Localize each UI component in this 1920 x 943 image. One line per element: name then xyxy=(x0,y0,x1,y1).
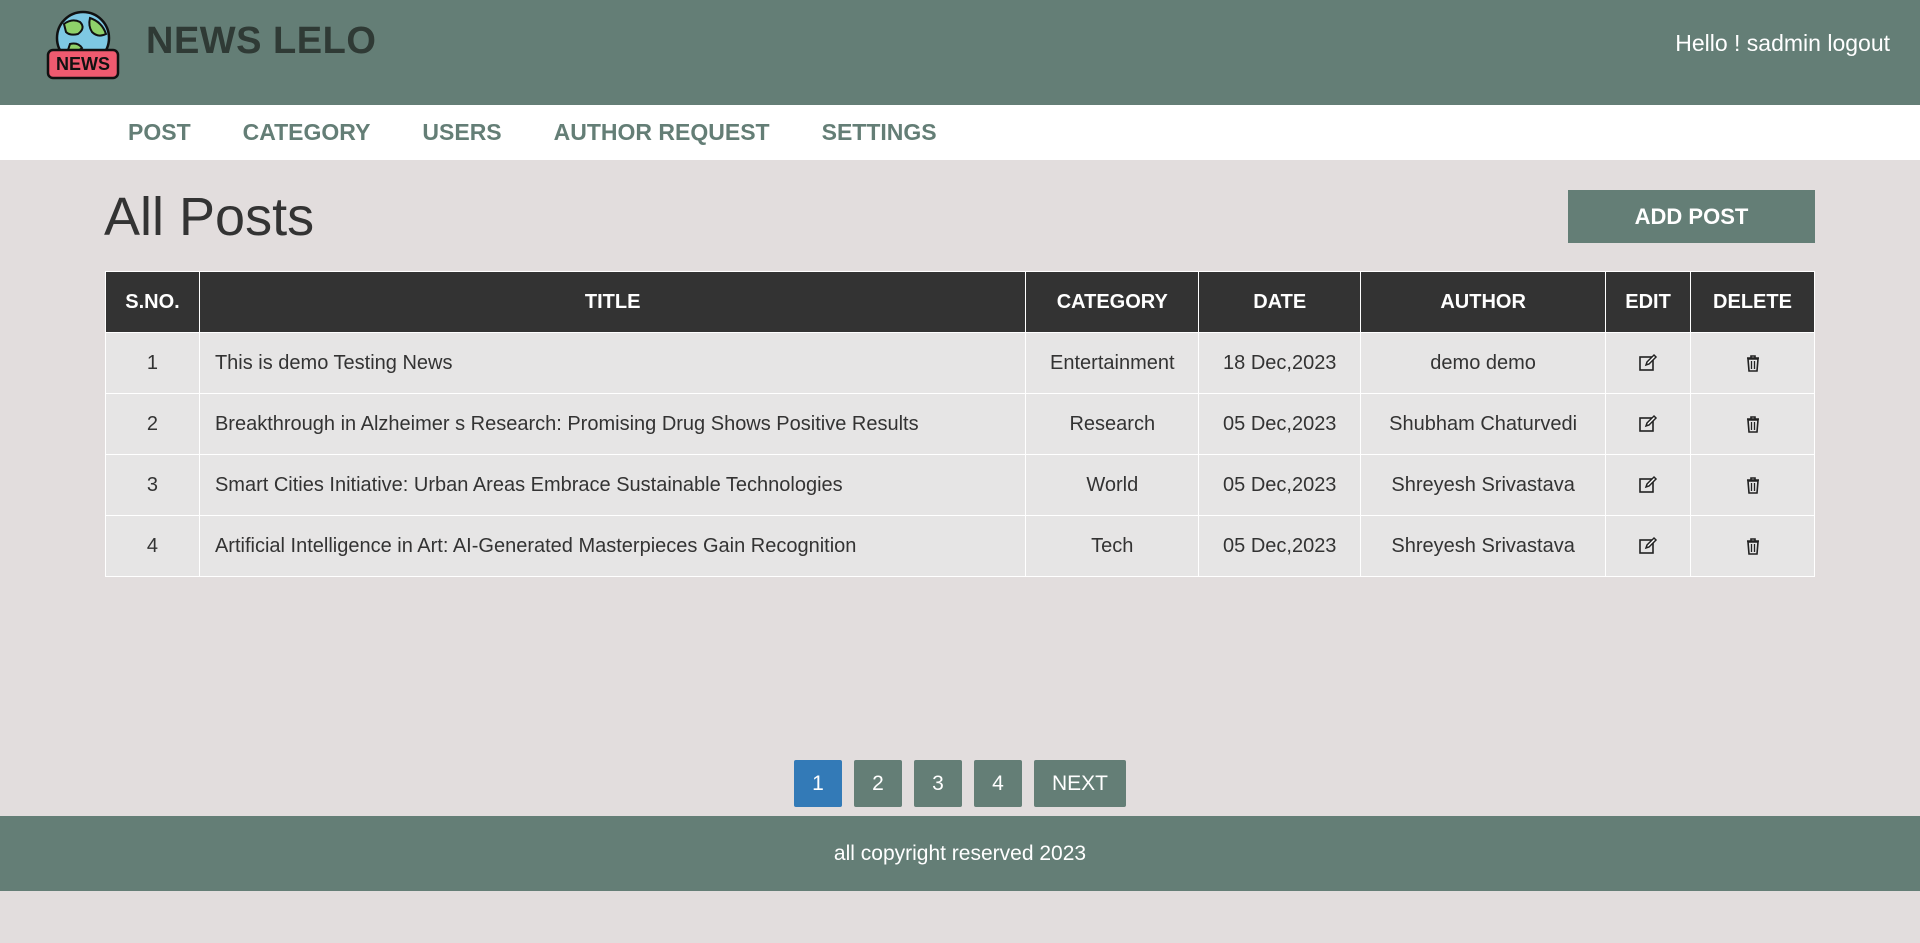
edit-icon[interactable] xyxy=(1638,352,1658,374)
add-post-button[interactable]: ADD POST xyxy=(1568,190,1815,243)
page-title: All Posts xyxy=(104,187,315,247)
svg-text:NEWS: NEWS xyxy=(56,54,110,74)
site-header: NEWS NEWS LELO Hello ! sadmin logout xyxy=(0,0,1920,105)
next-page-button[interactable]: NEXT xyxy=(1033,760,1126,807)
site-footer: all copyright reserved 2023 xyxy=(0,816,1920,891)
cell-date: 05 Dec,2023 xyxy=(1198,515,1362,577)
cell-category: Research xyxy=(1025,393,1200,455)
nav-item-author-request[interactable]: AUTHOR REQUEST xyxy=(554,105,770,160)
nav-item-users[interactable]: USERS xyxy=(422,105,501,160)
edit-icon[interactable] xyxy=(1638,535,1658,557)
edit-button[interactable] xyxy=(1605,393,1691,455)
col-header-author: AUTHOR xyxy=(1360,271,1607,333)
trash-icon[interactable] xyxy=(1743,413,1763,435)
trash-icon[interactable] xyxy=(1743,474,1763,496)
delete-button[interactable] xyxy=(1690,393,1815,455)
cell-date: 05 Dec,2023 xyxy=(1198,454,1362,516)
table-header-row: S.NO. TITLE CATEGORY DATE AUTHOR EDIT DE… xyxy=(105,271,1815,333)
page-4-button[interactable]: 4 xyxy=(973,760,1022,807)
cell-category: Tech xyxy=(1025,515,1200,577)
cell-sno: 2 xyxy=(105,393,200,455)
edit-button[interactable] xyxy=(1605,332,1691,394)
table-row: 4 Artificial Intelligence in Art: AI-Gen… xyxy=(105,515,1815,577)
col-header-edit: EDIT xyxy=(1605,271,1691,333)
trash-icon[interactable] xyxy=(1743,352,1763,374)
cell-author: demo demo xyxy=(1360,332,1607,394)
edit-button[interactable] xyxy=(1605,454,1691,516)
page-2-button[interactable]: 2 xyxy=(853,760,902,807)
delete-button[interactable] xyxy=(1690,515,1815,577)
delete-button[interactable] xyxy=(1690,454,1815,516)
trash-icon[interactable] xyxy=(1743,535,1763,557)
col-header-category: CATEGORY xyxy=(1025,271,1200,333)
cell-date: 05 Dec,2023 xyxy=(1198,393,1362,455)
edit-icon[interactable] xyxy=(1638,413,1658,435)
user-greeting: Hello ! sadmin xyxy=(1675,30,1821,56)
page-3-button[interactable]: 3 xyxy=(913,760,962,807)
user-area: Hello ! sadmin logout xyxy=(1675,30,1890,57)
col-header-title: TITLE xyxy=(198,271,1027,333)
logout-link[interactable]: logout xyxy=(1827,30,1890,56)
pagination: 1 2 3 4 NEXT xyxy=(0,760,1920,807)
cell-author: Shubham Chaturvedi xyxy=(1360,393,1607,455)
edit-button[interactable] xyxy=(1605,515,1691,577)
delete-button[interactable] xyxy=(1690,332,1815,394)
col-header-date: DATE xyxy=(1198,271,1362,333)
cell-category: Entertainment xyxy=(1025,332,1200,394)
cell-title: Artificial Intelligence in Art: AI-Gener… xyxy=(198,515,1027,577)
page-1-button[interactable]: 1 xyxy=(793,760,842,807)
table-row: 2 Breakthrough in Alzheimer s Research: … xyxy=(105,393,1815,455)
cell-title: Breakthrough in Alzheimer s Research: Pr… xyxy=(198,393,1027,455)
cell-sno: 1 xyxy=(105,332,200,394)
cell-category: World xyxy=(1025,454,1200,516)
cell-sno: 3 xyxy=(105,454,200,516)
edit-icon[interactable] xyxy=(1638,474,1658,496)
cell-date: 18 Dec,2023 xyxy=(1198,332,1362,394)
cell-title: This is demo Testing News xyxy=(198,332,1027,394)
nav-item-post[interactable]: POST xyxy=(128,105,191,160)
nav-item-settings[interactable]: SETTINGS xyxy=(822,105,937,160)
table-row: 3 Smart Cities Initiative: Urban Areas E… xyxy=(105,454,1815,516)
col-header-sno: S.NO. xyxy=(105,271,200,333)
nav-item-category[interactable]: CATEGORY xyxy=(243,105,371,160)
table-row: 1 This is demo Testing News Entertainmen… xyxy=(105,332,1815,394)
cell-author: Shreyesh Srivastava xyxy=(1360,454,1607,516)
admin-nav: POST CATEGORY USERS AUTHOR REQUEST SETTI… xyxy=(0,105,1920,160)
cell-author: Shreyesh Srivastava xyxy=(1360,515,1607,577)
news-logo[interactable]: NEWS xyxy=(46,8,120,82)
col-header-delete: DELETE xyxy=(1690,271,1815,333)
cell-sno: 4 xyxy=(105,515,200,577)
site-brand: NEWS LELO xyxy=(146,20,377,62)
posts-table: S.NO. TITLE CATEGORY DATE AUTHOR EDIT DE… xyxy=(105,271,1815,577)
cell-title: Smart Cities Initiative: Urban Areas Emb… xyxy=(198,454,1027,516)
